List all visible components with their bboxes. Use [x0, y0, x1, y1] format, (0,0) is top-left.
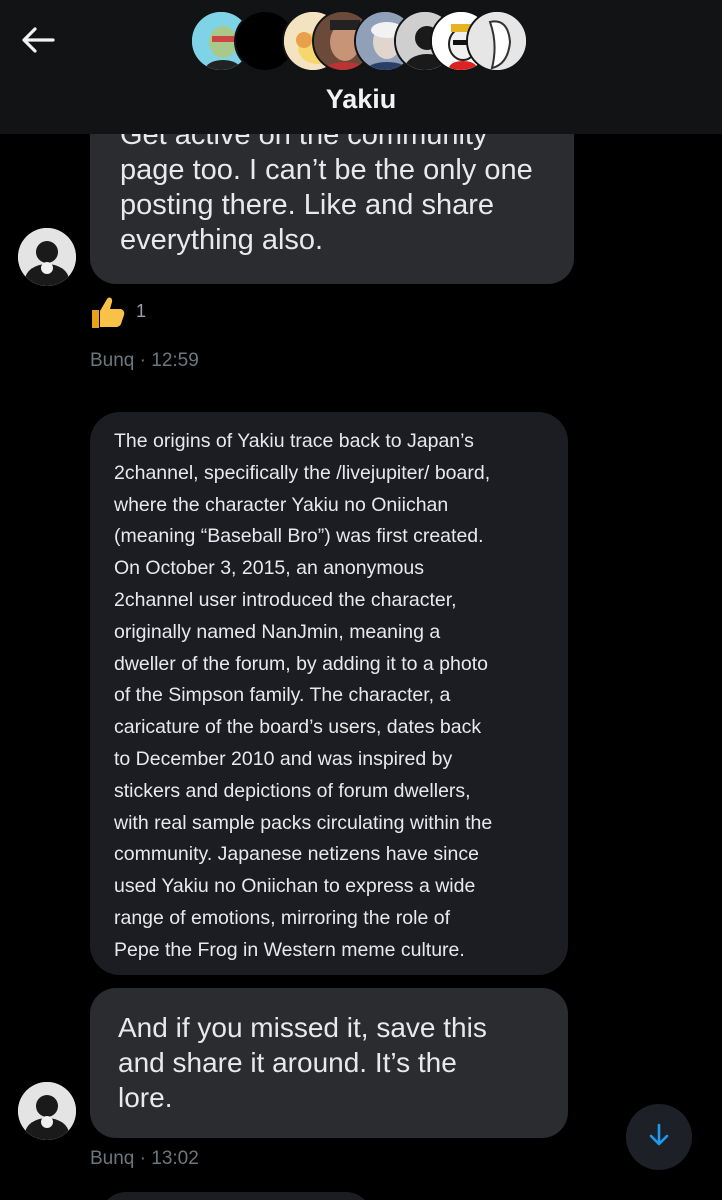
message-line: range of emotions, mirroring the role of: [114, 906, 450, 929]
message-line: page too. I can’t be the only one: [120, 154, 533, 186]
message-line: dweller of the forum, by adding it to a …: [114, 652, 488, 675]
message-line: where the character Yakiu no Oniichan: [114, 493, 449, 516]
message-line: everything also.: [120, 224, 324, 256]
message-line: stickers and depictions of forum dweller…: [114, 779, 471, 802]
participant-avatars[interactable]: [190, 10, 530, 72]
message-line: caricature of the board’s users, dates b…: [114, 716, 482, 739]
back-button[interactable]: [18, 22, 58, 62]
message-line: with real sample packs circulating withi…: [114, 811, 493, 834]
message-bubble[interactable]: And if you missed it, save this and shar…: [90, 988, 568, 1138]
conversation-header: Yakiu: [0, 0, 722, 134]
message-line: used Yakiu no Oniichan to express a wide: [114, 875, 476, 898]
message-line: (meaning “Baseball Bro”) was first creat…: [114, 525, 484, 548]
message-line: originally named NanJmin, meaning a: [114, 620, 441, 643]
arrow-down-icon: [647, 1122, 671, 1153]
conversation-title: Yakiu: [325, 84, 397, 114]
back-arrow-icon: [21, 26, 55, 59]
thumbs-up-icon: [88, 296, 126, 335]
message-time: · 12:59: [139, 350, 199, 371]
message-line: lore.: [118, 1082, 173, 1113]
message-meta: Bunq · 12:59: [90, 350, 199, 372]
message-meta: Bunq · 13:02: [90, 1148, 199, 1170]
message-line: and share it around. It’s the: [118, 1047, 457, 1078]
message-line: community. Japanese netizens have since: [114, 843, 479, 866]
message-bubble[interactable]: The origins of Yakiu trace back to Japan…: [90, 412, 568, 975]
participant-avatar: [466, 10, 528, 72]
sender-avatar[interactable]: [18, 1082, 76, 1140]
message-line: of the Simpson family. The character, a: [114, 684, 451, 707]
reaction-chip[interactable]: 1: [88, 296, 146, 335]
message-line: to December 2010 and was inspired by: [114, 747, 453, 770]
message-list[interactable]: Get active on the community page too. I …: [0, 0, 722, 1200]
message-line: The origins of Yakiu trace back to Japan…: [114, 430, 474, 452]
message-line: 2channel, specifically the /livejupiter/…: [114, 461, 491, 484]
chat-screen: Get active on the community page too. I …: [0, 0, 722, 1200]
message-line: On October 3, 2015, an anonymous: [114, 557, 425, 580]
message-time: · 13:02: [139, 1148, 199, 1169]
sender-avatar[interactable]: [18, 228, 76, 286]
message-bubble[interactable]: [100, 1192, 372, 1200]
sender-name: Bunq: [90, 350, 135, 371]
reaction-count: 1: [136, 301, 147, 321]
sender-name: Bunq: [90, 1148, 135, 1169]
message-line: posting there. Like and share: [120, 189, 495, 221]
message-line: Pepe the Frog in Western meme culture.: [114, 938, 465, 961]
message-line: And if you missed it, save this: [118, 1012, 487, 1043]
message-line: 2channel user introduced the character,: [114, 588, 457, 611]
scroll-to-bottom-button[interactable]: [626, 1104, 692, 1170]
